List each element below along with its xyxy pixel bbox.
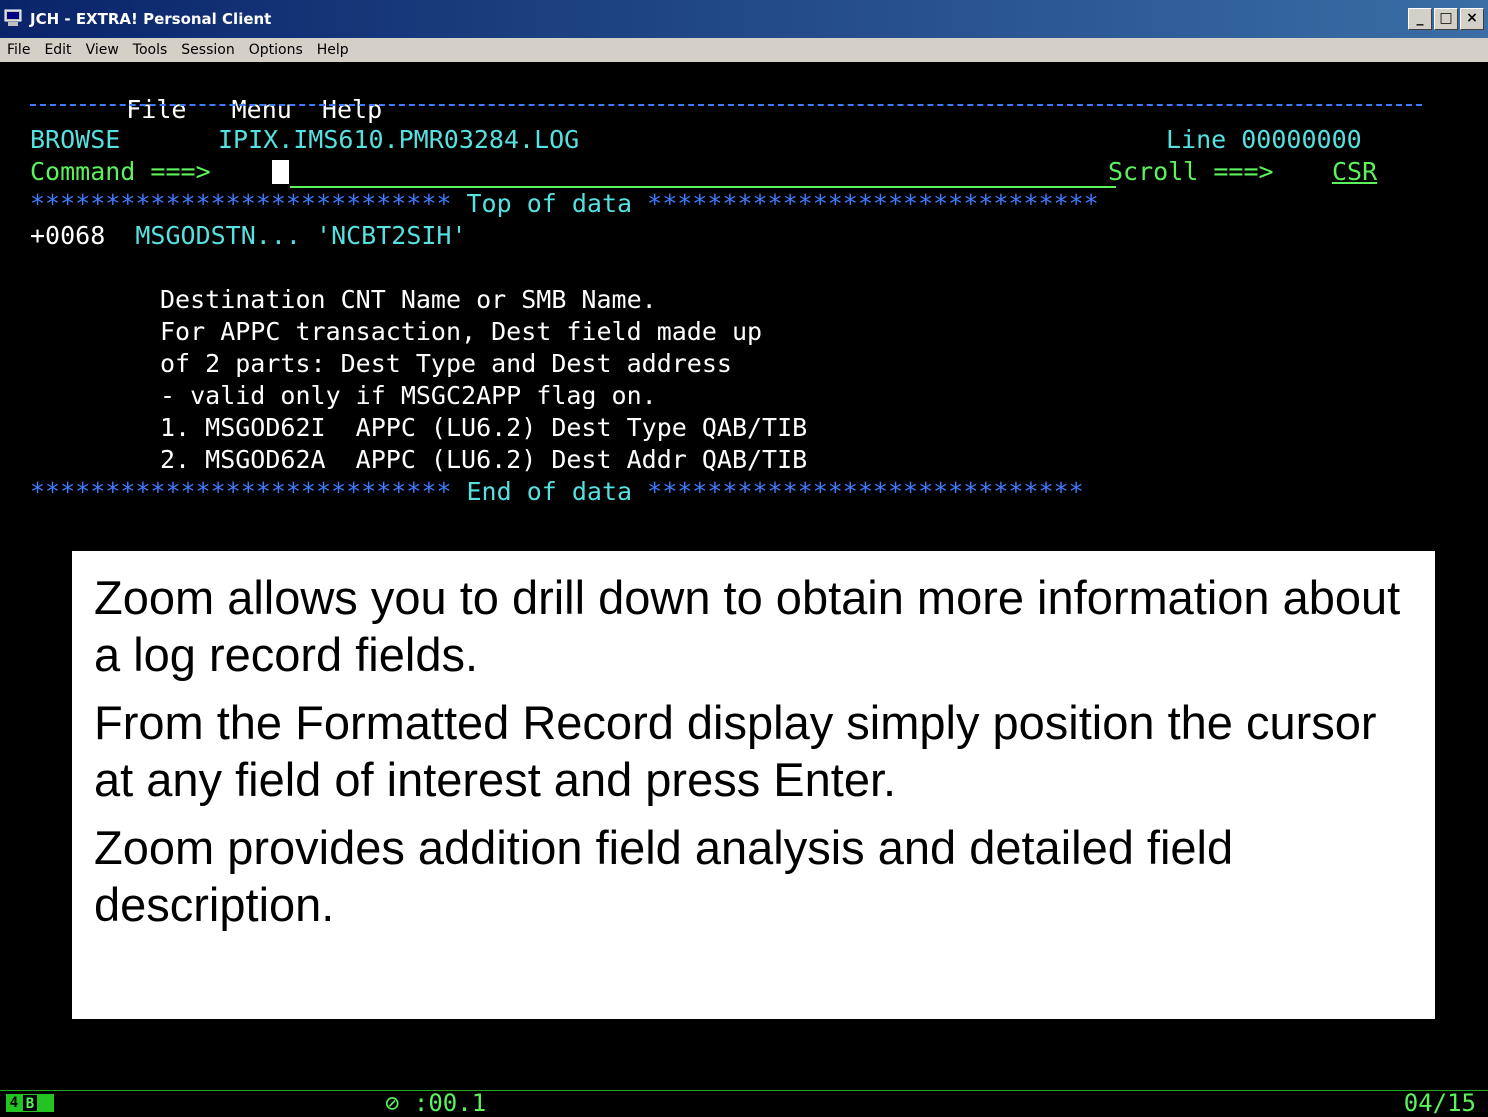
menu-edit[interactable]: Edit bbox=[37, 42, 78, 58]
terminal-menu-menu[interactable]: Menu bbox=[232, 95, 292, 124]
callout-paragraph: Zoom provides addition field analysis an… bbox=[94, 821, 1234, 931]
end-stars-left: **************************** bbox=[30, 477, 452, 506]
scroll-label: Scroll ===> bbox=[1108, 157, 1274, 186]
command-cursor bbox=[272, 156, 289, 188]
menu-options[interactable]: Options bbox=[242, 42, 310, 58]
end-of-data-label: End of data bbox=[466, 477, 633, 506]
record-field-value: 'NCBT2SIH' bbox=[316, 221, 467, 250]
menu-tools[interactable]: Tools bbox=[126, 42, 175, 58]
top-of-data-label: Top of data bbox=[466, 189, 633, 218]
menu-file[interactable]: File bbox=[0, 42, 37, 58]
description-line: - valid only if MSGC2APP flag on. bbox=[160, 381, 657, 410]
end-stars-right: ***************************** bbox=[647, 477, 1084, 506]
window-controls: _ □ × bbox=[1408, 8, 1484, 30]
line-indicator: Line 00000000 bbox=[1166, 125, 1362, 154]
response-timer: ⊘ :00.1 bbox=[385, 1089, 487, 1117]
cursor-position: 04/15 bbox=[1403, 1089, 1476, 1117]
status-line: 4 B ⊘ :00.1 04/15 bbox=[0, 1090, 1488, 1116]
top-stars-left: **************************** bbox=[30, 189, 452, 218]
callout-paragraph: Zoom allows you to drill down to obtain … bbox=[94, 571, 1401, 681]
command-label: Command ===> bbox=[30, 157, 211, 186]
explanation-callout: Zoom allows you to drill down to obtain … bbox=[72, 551, 1435, 1019]
menu-session[interactable]: Session bbox=[174, 42, 241, 58]
indicator-block bbox=[38, 1094, 54, 1112]
record-field-name[interactable]: MSGODSTN... bbox=[135, 221, 301, 250]
top-of-data-line: **************************** Top of data… bbox=[30, 188, 1099, 220]
record-offset: +0068 bbox=[30, 221, 106, 250]
terminal-app-icon bbox=[4, 9, 22, 26]
description-line: 2. MSGOD62A APPC (LU6.2) Dest Addr QAB/T… bbox=[160, 445, 808, 474]
menu-bar: File Edit View Tools Session Options Hel… bbox=[0, 38, 1488, 62]
terminal-menu-help[interactable]: Help bbox=[322, 95, 382, 124]
window-title-bar: JCH - EXTRA! Personal Client _ □ × bbox=[0, 0, 1488, 38]
menu-separator bbox=[30, 104, 1422, 106]
browse-mode-label: BROWSE bbox=[30, 125, 121, 154]
scroll-value-field[interactable]: CSR bbox=[1332, 156, 1377, 188]
description-line: of 2 parts: Dest Type and Dest address bbox=[160, 349, 732, 378]
window-title: JCH - EXTRA! Personal Client bbox=[30, 10, 272, 28]
minimize-button[interactable]: _ bbox=[1408, 8, 1432, 30]
end-of-data-line: **************************** End of data… bbox=[30, 476, 1084, 508]
top-stars-right: ****************************** bbox=[647, 189, 1099, 218]
close-button[interactable]: × bbox=[1460, 8, 1484, 30]
indicator-4: 4 bbox=[6, 1094, 22, 1112]
description-line: 1. MSGOD62I APPC (LU6.2) Dest Type QAB/T… bbox=[160, 413, 808, 442]
terminal-menu-file[interactable]: File bbox=[126, 95, 186, 124]
indicator-b: B bbox=[22, 1094, 38, 1112]
description-line: Destination CNT Name or SMB Name. bbox=[160, 285, 657, 314]
menu-help[interactable]: Help bbox=[310, 42, 356, 58]
terminal-menu: File Menu Help bbox=[66, 62, 382, 124]
maximize-button[interactable]: □ bbox=[1434, 8, 1458, 30]
dataset-name: IPIX.IMS610.PMR03284.LOG bbox=[218, 125, 580, 154]
menu-view[interactable]: View bbox=[79, 42, 126, 58]
description-line: For APPC transaction, Dest field made up bbox=[160, 317, 763, 346]
session-indicator: 4 B bbox=[6, 1094, 54, 1112]
record-line[interactable]: +0068 MSGODSTN... 'NCBT2SIH' bbox=[30, 220, 467, 252]
callout-paragraph: From the Formatted Record display simply… bbox=[94, 696, 1377, 806]
